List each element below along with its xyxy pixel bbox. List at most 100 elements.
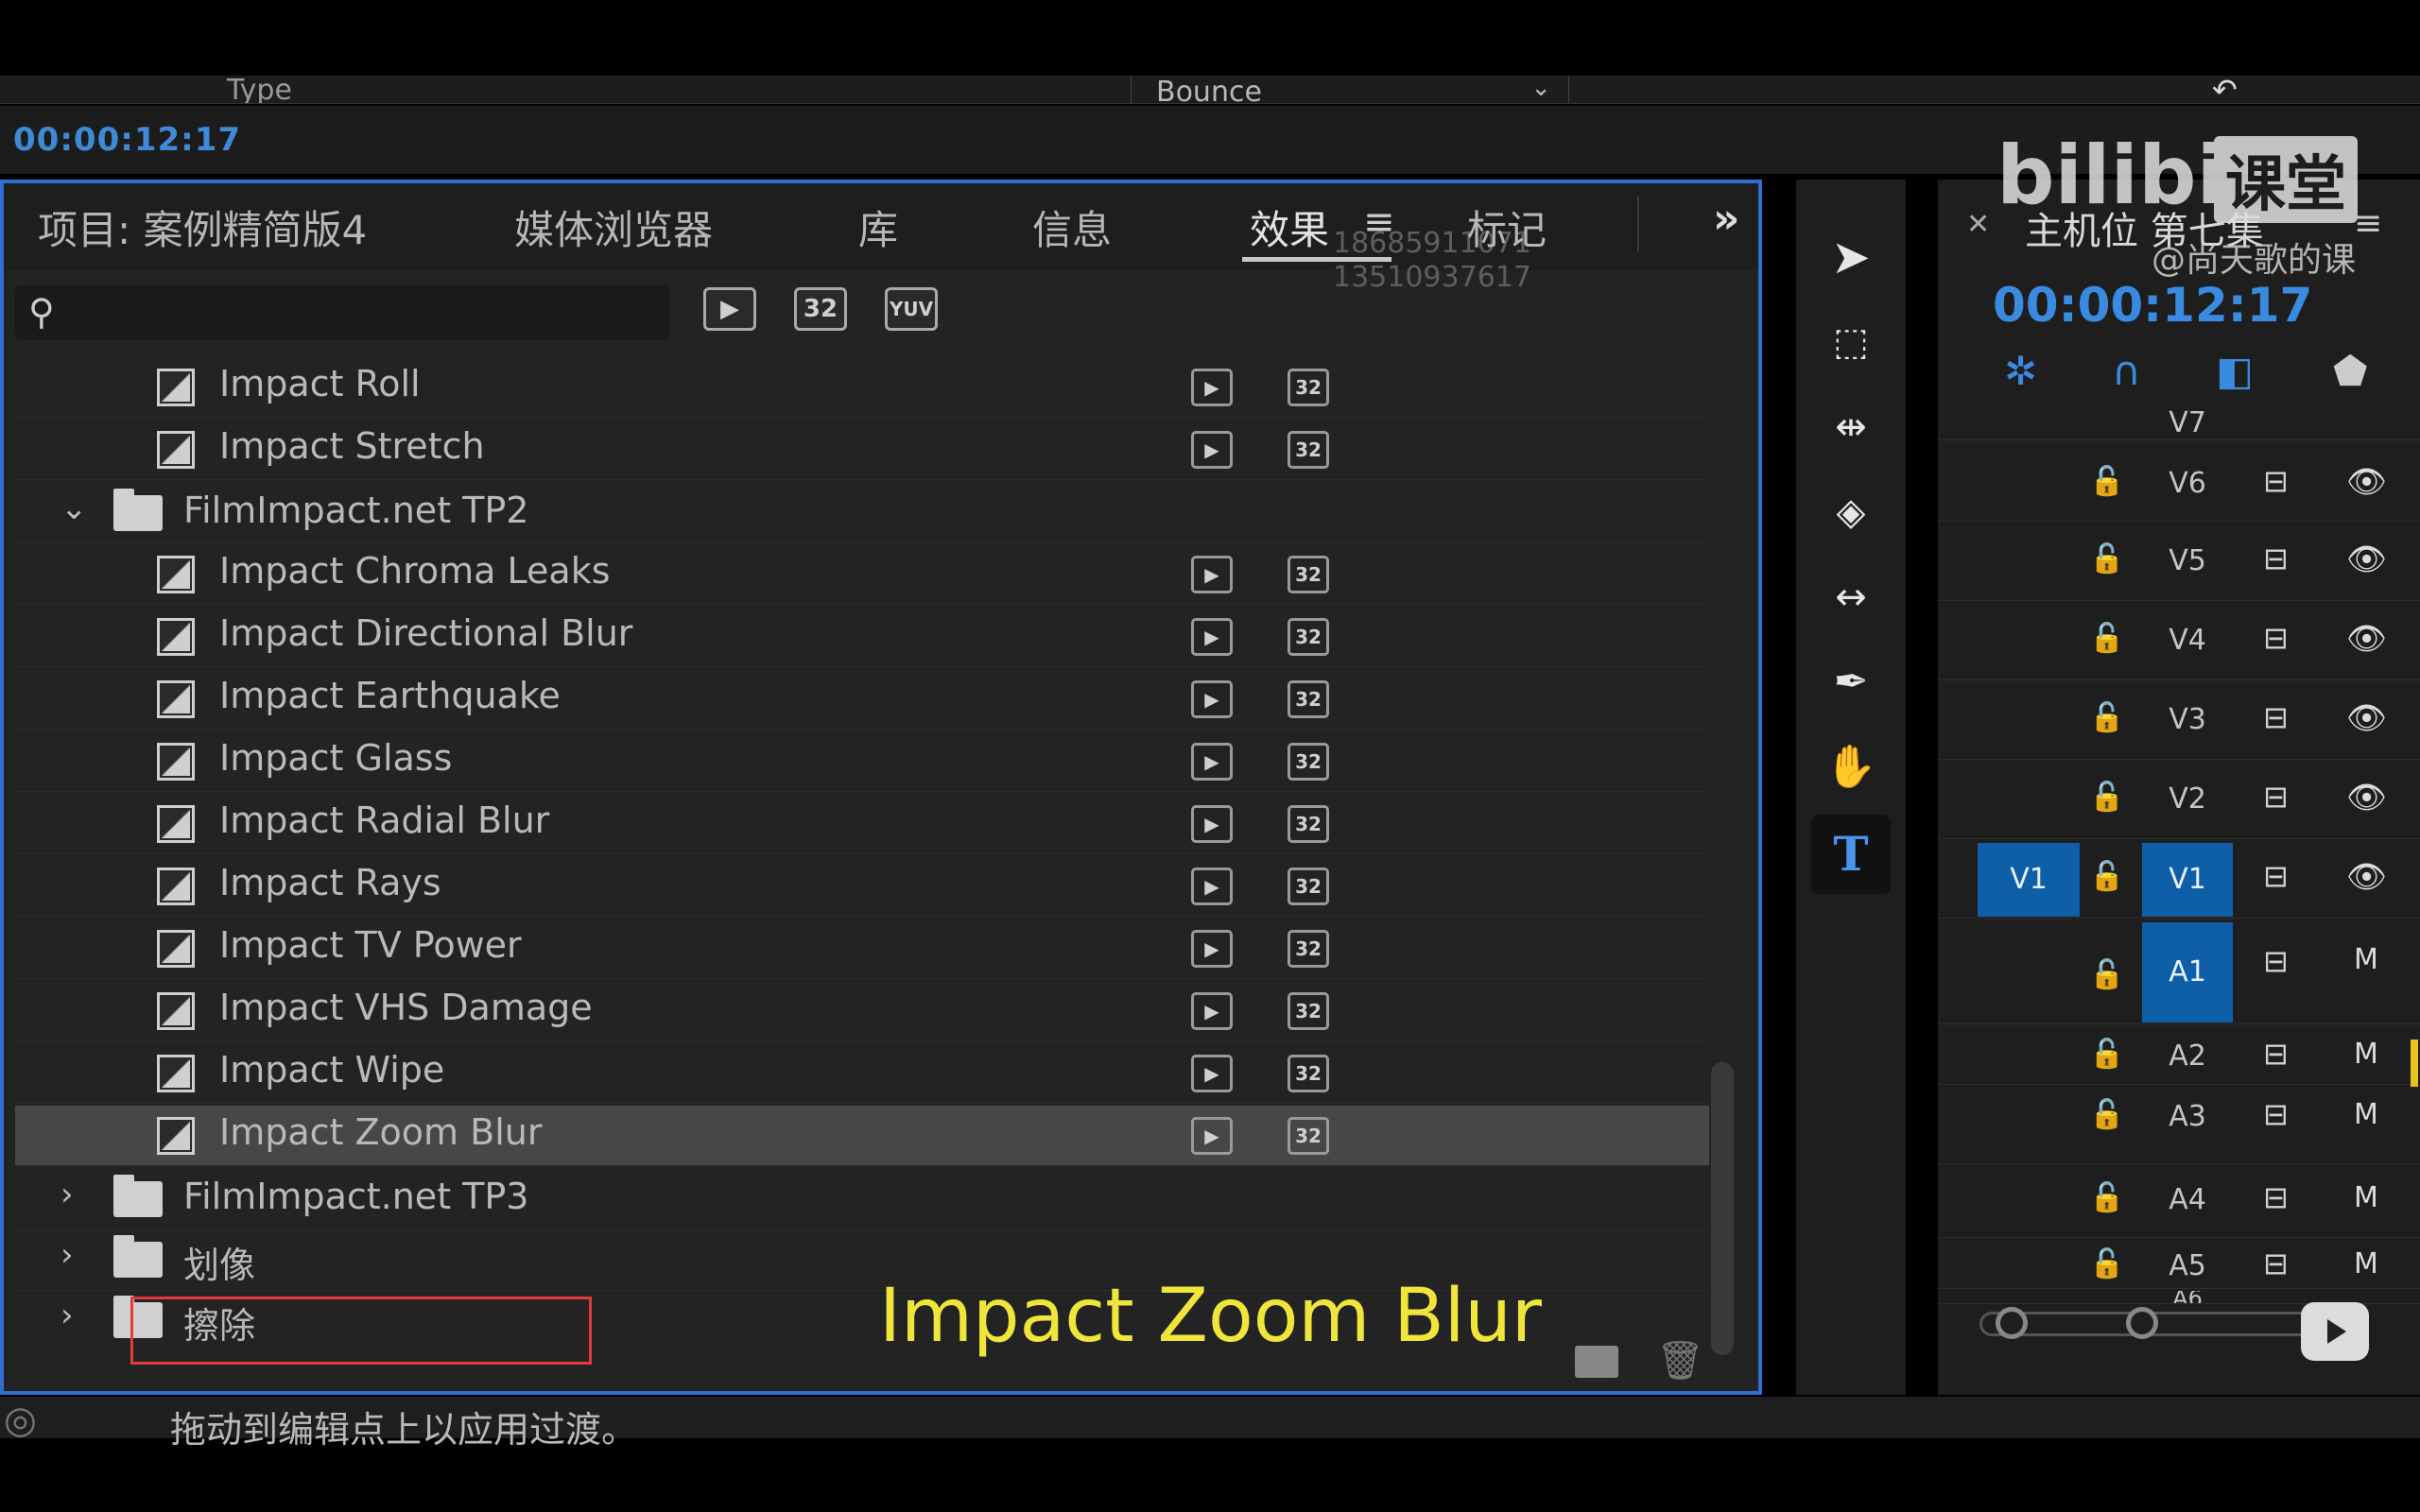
- tab-media-browser[interactable]: 媒体浏览器: [514, 198, 713, 256]
- sync-lock-icon[interactable]: ⊟: [2263, 541, 2289, 576]
- yuv-filter-button[interactable]: YUV: [885, 287, 938, 331]
- lock-icon[interactable]: 🔓: [2089, 1038, 2124, 1071]
- zoom-handle-left[interactable]: [1996, 1307, 2028, 1339]
- chevron-right-icon[interactable]: ›: [60, 1297, 74, 1334]
- eye-icon[interactable]: 👁: [2346, 620, 2387, 658]
- effects-search-input[interactable]: ⚲: [15, 285, 669, 340]
- slip-tool-icon[interactable]: ↔: [1811, 558, 1891, 637]
- mute-button[interactable]: M: [2354, 1247, 2378, 1280]
- accelerated-effects-filter-button[interactable]: ▶: [703, 287, 756, 331]
- track-v5[interactable]: 🔓 V5 ⊟ 👁: [1938, 524, 2420, 601]
- hand-tool-icon[interactable]: ✋: [1811, 728, 1891, 807]
- lock-icon[interactable]: 🔓: [2089, 622, 2124, 655]
- tab-libraries[interactable]: 库: [858, 198, 898, 256]
- list-item[interactable]: Impact VHS Damage ▶ 32: [15, 981, 1709, 1041]
- lock-icon[interactable]: 🔓: [2089, 542, 2124, 576]
- track-a5[interactable]: 🔓 A5 ⊟ M: [1938, 1240, 2420, 1289]
- track-select-tool-icon[interactable]: ⬚: [1811, 302, 1891, 382]
- effects-scrollbar[interactable]: [1711, 1062, 1734, 1355]
- list-item[interactable]: Impact Earthquake ▶ 32: [15, 669, 1709, 730]
- list-item[interactable]: Impact Chroma Leaks ▶ 32: [15, 544, 1709, 605]
- sync-lock-icon[interactable]: ⊟: [2263, 1096, 2289, 1132]
- trash-icon[interactable]: 🗑: [1656, 1338, 1704, 1383]
- folder-item[interactable]: ⌄ FilmImpact.net TP2: [15, 484, 1709, 544]
- track-v3[interactable]: 🔓 V3 ⊟ 👁: [1938, 682, 2420, 760]
- tools-panel: ➤ ⬚ ⇹ ◈ ↔ ✒ ✋ T: [1796, 180, 1906, 1395]
- mute-button[interactable]: M: [2354, 943, 2378, 976]
- track-a3[interactable]: 🔓 A3 ⊟ M: [1938, 1087, 2420, 1164]
- lock-icon[interactable]: 🔓: [2089, 781, 2124, 814]
- lock-icon[interactable]: 🔓: [2089, 1181, 2124, 1214]
- tab-info[interactable]: 信息: [1032, 198, 1112, 256]
- selection-tool-icon[interactable]: ➤: [1811, 217, 1891, 297]
- track-a2[interactable]: 🔓 A2 ⊟ M: [1938, 1026, 2420, 1085]
- sync-lock-icon[interactable]: ⊟: [2263, 858, 2289, 894]
- sync-lock-icon[interactable]: ⊟: [2263, 463, 2289, 499]
- sync-lock-icon[interactable]: ⊟: [2263, 1246, 2289, 1281]
- folder-item[interactable]: › FilmImpact.net TP3: [15, 1170, 1709, 1230]
- list-item[interactable]: Impact Directional Blur ▶ 32: [15, 607, 1709, 667]
- chevron-right-icon[interactable]: ›: [60, 1176, 74, 1213]
- track-a1[interactable]: 🔓 A1 ⊟ M: [1938, 920, 2420, 1024]
- nest-icon[interactable]: ✲: [2004, 348, 2037, 394]
- effect-controls-timecode[interactable]: 00:00:12:17: [13, 121, 241, 159]
- zoom-handle-right[interactable]: [2126, 1307, 2158, 1339]
- list-item[interactable]: Impact Glass ▶ 32: [15, 731, 1709, 792]
- sync-lock-icon[interactable]: ⊟: [2263, 699, 2289, 735]
- eye-icon[interactable]: 👁: [2346, 699, 2387, 737]
- eye-icon[interactable]: 👁: [2346, 541, 2387, 578]
- lock-icon[interactable]: 🔓: [2089, 1247, 2124, 1280]
- track-v7[interactable]: V7: [1938, 406, 2420, 440]
- timeline-timecode[interactable]: 00:00:12:17: [1993, 278, 2312, 333]
- linked-selection-icon[interactable]: ◧: [2216, 348, 2254, 394]
- eye-icon[interactable]: 👁: [2346, 463, 2387, 501]
- list-item[interactable]: Impact Roll ▶ 32: [15, 357, 1709, 418]
- track-a4[interactable]: 🔓 A4 ⊟ M: [1938, 1166, 2420, 1238]
- snap-icon[interactable]: ∩: [2112, 348, 2141, 394]
- pen-tool-icon[interactable]: ✒: [1811, 643, 1891, 722]
- eye-icon[interactable]: 👁: [2346, 779, 2387, 816]
- new-bin-icon[interactable]: [1575, 1346, 1618, 1378]
- lock-icon[interactable]: 🔓: [2089, 465, 2124, 498]
- lock-icon[interactable]: 🔓: [2089, 1098, 2124, 1131]
- chevron-down-icon[interactable]: ⌄: [60, 490, 88, 527]
- 32bit-filter-button[interactable]: 32: [794, 287, 847, 331]
- list-item[interactable]: Impact TV Power ▶ 32: [15, 919, 1709, 979]
- sync-lock-icon[interactable]: ⊟: [2263, 779, 2289, 815]
- lock-icon[interactable]: 🔓: [2089, 958, 2124, 991]
- list-item[interactable]: Impact Radial Blur ▶ 32: [15, 794, 1709, 854]
- tab-project[interactable]: 项目: 案例精简版4: [38, 198, 367, 256]
- chevron-right-icon[interactable]: ›: [60, 1236, 74, 1274]
- mute-button[interactable]: M: [2354, 1098, 2378, 1131]
- close-icon[interactable]: ✕: [1966, 208, 1990, 241]
- mute-button[interactable]: M: [2354, 1038, 2378, 1071]
- sync-lock-icon[interactable]: ⊟: [2263, 1179, 2289, 1215]
- tab-markers[interactable]: 标记: [1467, 198, 1547, 256]
- ripple-edit-tool-icon[interactable]: ⇹: [1811, 387, 1891, 467]
- sync-lock-icon[interactable]: ⊟: [2263, 620, 2289, 656]
- reset-icon[interactable]: ↶: [2212, 76, 2238, 103]
- sync-lock-icon[interactable]: ⊟: [2263, 943, 2289, 979]
- add-marker-icon[interactable]: ⬟: [2333, 348, 2368, 394]
- tab-effects[interactable]: 效果: [1250, 198, 1329, 256]
- track-v1[interactable]: V1 🔓 V1 ⊟ 👁: [1938, 841, 2420, 919]
- accelerated-icon: ▶: [1191, 1117, 1233, 1155]
- lock-icon[interactable]: 🔓: [2089, 701, 2124, 734]
- type-tool-icon[interactable]: T: [1811, 815, 1891, 894]
- sync-lock-icon[interactable]: ⊟: [2263, 1036, 2289, 1072]
- eye-icon[interactable]: 👁: [2346, 858, 2387, 896]
- timeline-menu-icon[interactable]: ≡: [2354, 204, 2382, 243]
- list-item[interactable]: Impact Wipe ▶ 32: [15, 1043, 1709, 1104]
- razor-tool-icon[interactable]: ◈: [1811, 472, 1891, 552]
- list-item[interactable]: Impact Stretch ▶ 32: [15, 420, 1709, 480]
- list-item-selected[interactable]: Impact Zoom Blur ▶ 32: [15, 1106, 1709, 1166]
- type-dropdown[interactable]: Bounce ⌄: [1131, 76, 1569, 103]
- track-v6[interactable]: 🔓 V6 ⊟ 👁: [1938, 446, 2420, 522]
- lock-icon[interactable]: 🔓: [2089, 860, 2124, 893]
- list-item[interactable]: Impact Rays ▶ 32: [15, 856, 1709, 917]
- source-patch-v1[interactable]: V1: [1978, 843, 2080, 917]
- track-v2[interactable]: 🔓 V2 ⊟ 👁: [1938, 762, 2420, 839]
- mute-button[interactable]: M: [2354, 1181, 2378, 1214]
- track-v4[interactable]: 🔓 V4 ⊟ 👁: [1938, 603, 2420, 680]
- tab-overflow-icon[interactable]: »: [1713, 195, 1739, 243]
